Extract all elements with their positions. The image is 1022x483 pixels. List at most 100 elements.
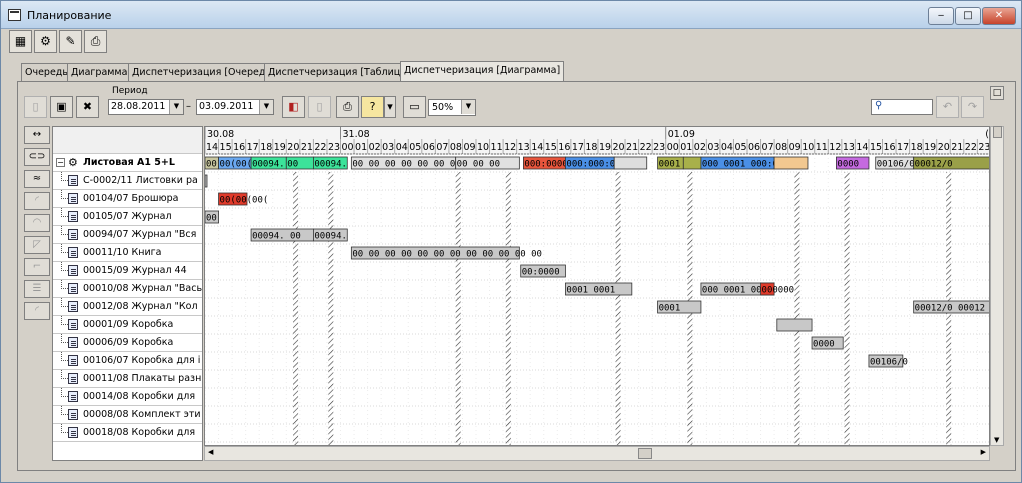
tree-item-label: 00015/09 Журнал 44 bbox=[83, 265, 187, 276]
hour-label: 00 bbox=[667, 142, 679, 153]
tree-connector bbox=[61, 406, 68, 415]
job-bar[interactable] bbox=[205, 174, 208, 188]
calculator-icon[interactable]: ▦ bbox=[9, 30, 32, 53]
edit-icon[interactable]: ✎ bbox=[59, 30, 82, 53]
tab-dispatch-queue[interactable]: Диспетчеризация [Очередь] bbox=[128, 63, 279, 81]
tab-dispatch-table[interactable]: Диспетчеризация [Таблица] bbox=[264, 63, 414, 81]
tree-item-label: 00104/07 Брошюра bbox=[83, 193, 179, 204]
document-icon bbox=[68, 409, 78, 420]
date-label: 30.08 bbox=[207, 129, 234, 140]
chevron-down-icon[interactable]: ▼ bbox=[461, 100, 475, 114]
export-icon[interactable]: ◧ bbox=[282, 96, 305, 118]
summary-segment[interactable] bbox=[613, 156, 648, 170]
minimize-button[interactable]: ‒ bbox=[928, 7, 954, 25]
tree-connector bbox=[61, 352, 68, 361]
tab-dispatch-diagram[interactable]: Диспетчеризация [Диаграмма] bbox=[400, 61, 565, 82]
job-bar[interactable] bbox=[776, 318, 813, 332]
help-icon[interactable]: ? bbox=[361, 96, 384, 118]
zoom-select[interactable]: 50% ▼ bbox=[428, 99, 476, 116]
tree-item[interactable]: 00008/08 Комплект эти bbox=[53, 406, 202, 424]
tree-root-row[interactable]: − ⚙ Листовая А1 5+L bbox=[53, 154, 202, 172]
chevron-down-icon[interactable]: ▾ bbox=[384, 96, 396, 118]
period-to-input[interactable]: 03.09.2011 ▼ bbox=[196, 99, 274, 115]
blank-doc-icon[interactable]: ▯ bbox=[308, 96, 331, 118]
vertical-scroll-thumb[interactable] bbox=[993, 126, 1002, 138]
summary-segment-label: 00012/0 bbox=[915, 160, 953, 170]
tree-item[interactable]: 00014/08 Коробки для bbox=[53, 388, 202, 406]
hour-label: 10 bbox=[802, 142, 814, 153]
job-bar-label: 0001 0001 bbox=[566, 286, 615, 296]
tree-item[interactable]: 00015/09 Журнал 44 bbox=[53, 262, 202, 280]
tools-icon[interactable]: ✖ bbox=[76, 96, 99, 118]
vertical-scrollbar[interactable]: ▼ bbox=[990, 126, 1004, 446]
tab-diagram[interactable]: Диаграмма bbox=[67, 63, 132, 81]
tree-root-label: Листовая А1 5+L bbox=[83, 157, 175, 168]
hour-label: 14 bbox=[531, 142, 543, 153]
hour-label: 11 bbox=[491, 142, 503, 153]
find-prev-icon[interactable]: ↶ bbox=[936, 96, 959, 118]
expand-icon[interactable]: ↔ bbox=[24, 126, 50, 144]
link-icon[interactable]: ⊂⊃ bbox=[24, 148, 50, 166]
unlink-icon[interactable]: ≈ bbox=[24, 170, 50, 188]
scroll-right-icon[interactable]: ▶ bbox=[981, 448, 986, 456]
find-next-icon[interactable]: ↷ bbox=[961, 96, 984, 118]
tree-item[interactable]: 00006/09 Коробка bbox=[53, 334, 202, 352]
horizontal-scroll-thumb[interactable] bbox=[638, 448, 652, 459]
collapse-icon[interactable]: − bbox=[56, 158, 65, 167]
scroll-left-icon[interactable]: ◀ bbox=[208, 448, 213, 456]
tree-item[interactable]: 00012/08 Журнал "Кол bbox=[53, 298, 202, 316]
period-from-input[interactable]: 28.08.2011 ▼ bbox=[108, 99, 184, 115]
job-bar-label: 0001 bbox=[659, 304, 681, 314]
tree-connector bbox=[61, 298, 68, 307]
document-icon bbox=[68, 265, 78, 276]
hour-label: 12 bbox=[829, 142, 841, 153]
tree-item[interactable]: С-0002/11 Листовки ра bbox=[53, 172, 202, 190]
shape3-icon[interactable]: ◸ bbox=[24, 236, 50, 254]
lines-icon[interactable]: ☰ bbox=[24, 280, 50, 298]
tree-item-label: С-0002/11 Листовки ра bbox=[83, 175, 198, 186]
document-icon bbox=[68, 319, 78, 330]
shape4-icon[interactable]: ⌐ bbox=[24, 258, 50, 276]
hour-label: 00 bbox=[342, 142, 354, 153]
tree-item[interactable]: 00011/10 Книга bbox=[53, 244, 202, 262]
tree-item-label: 00008/08 Комплект эти bbox=[83, 409, 201, 420]
new-doc-icon[interactable]: ▯ bbox=[24, 96, 47, 118]
tree-item[interactable]: 00011/08 Плакаты разн bbox=[53, 370, 202, 388]
tree-item[interactable]: 00010/08 Журнал "Вась bbox=[53, 280, 202, 298]
hour-label: 22 bbox=[965, 142, 977, 153]
tab-queue[interactable]: Очередь bbox=[21, 63, 72, 81]
horizontal-scrollbar[interactable]: ◀ ▶ bbox=[204, 446, 990, 461]
tree-item[interactable]: 00104/07 Брошюра bbox=[53, 190, 202, 208]
tree-item[interactable]: 00094/07 Журнал "Вся bbox=[53, 226, 202, 244]
close-button[interactable]: ✕ bbox=[982, 7, 1016, 25]
maximize-button[interactable]: □ bbox=[955, 7, 981, 25]
chevron-down-icon[interactable]: ▼ bbox=[169, 100, 183, 114]
hour-label: 14 bbox=[856, 142, 868, 153]
shape5-icon[interactable]: ◜ bbox=[24, 302, 50, 320]
settings-icon[interactable]: ⚙ bbox=[34, 30, 57, 53]
summary-segment[interactable] bbox=[682, 156, 702, 170]
summary-segment[interactable] bbox=[773, 156, 809, 170]
print-icon[interactable]: ⎙ bbox=[336, 96, 359, 118]
tree-item[interactable]: 00018/08 Коробки для bbox=[53, 424, 202, 442]
scroll-down-icon[interactable]: ▼ bbox=[994, 436, 999, 444]
save-icon[interactable]: ▣ bbox=[50, 96, 73, 118]
shape2-icon[interactable]: ◠ bbox=[24, 214, 50, 232]
shape-icon[interactable]: ◜ bbox=[24, 192, 50, 210]
chevron-down-icon[interactable]: ▼ bbox=[259, 100, 273, 114]
monitor-icon[interactable]: ▭ bbox=[403, 96, 426, 118]
gantt-chart: 30.08 31.08 01.09 (14 15 16 17 18 19 20 21 22 23 00 01… bbox=[205, 127, 989, 445]
tree-item[interactable]: 00105/07 Журнал bbox=[53, 208, 202, 226]
tree-connector bbox=[61, 226, 68, 235]
tree-item[interactable]: 00001/09 Коробка bbox=[53, 316, 202, 334]
restore-panel-icon[interactable]: □ bbox=[990, 86, 1004, 100]
tree-connector bbox=[61, 424, 68, 433]
gantt-grid[interactable]: 30.08 31.08 01.09(14 15 16 17 18 19 20 21 22 23 00 01… bbox=[204, 126, 990, 446]
tree-item-label: 00094/07 Журнал "Вся bbox=[83, 229, 197, 240]
tree-connector bbox=[61, 388, 68, 397]
tree-item[interactable]: 00106/07 Коробка для і bbox=[53, 352, 202, 370]
search-input[interactable]: ⚲ bbox=[871, 99, 933, 115]
resource-tree: − ⚙ Листовая А1 5+L С-0002/11 Листовки ра 00… bbox=[52, 126, 203, 461]
job-bar-label: 00 00 00 00 00 00 00 00 00 00 00 00 bbox=[352, 250, 542, 260]
print-icon[interactable]: ⎙ bbox=[84, 30, 107, 53]
